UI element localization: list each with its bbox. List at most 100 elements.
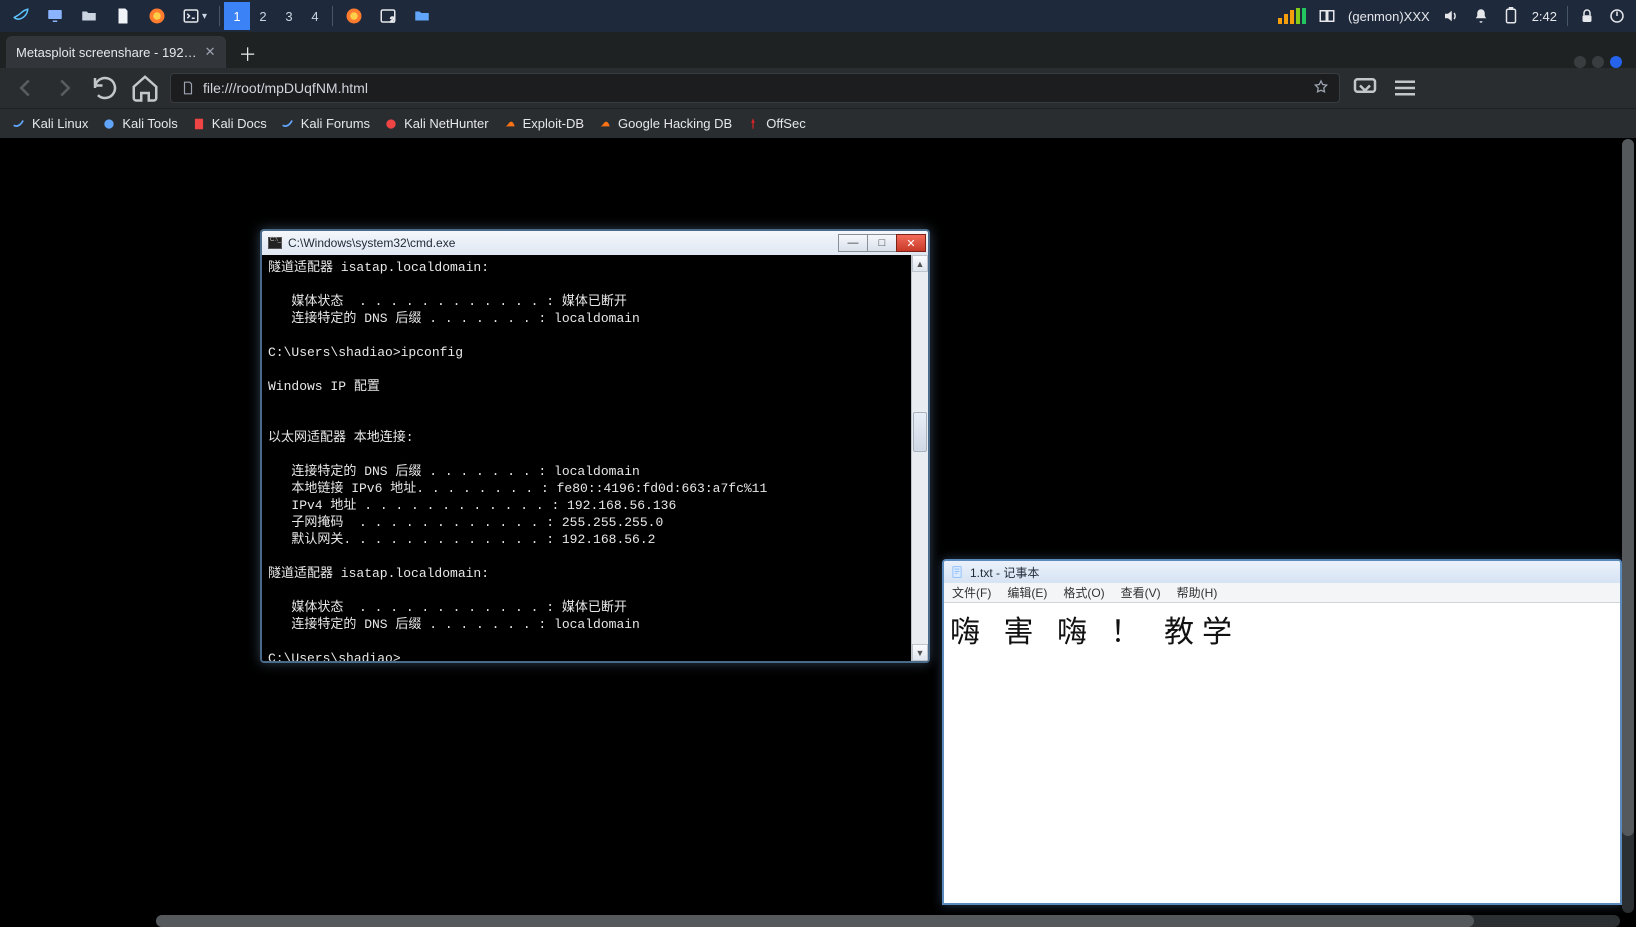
panes-icon xyxy=(1318,7,1336,25)
reload-button[interactable] xyxy=(90,73,120,103)
content-vertical-scrollbar[interactable] xyxy=(1622,139,1634,913)
running-app-shell[interactable]: 2 xyxy=(371,2,405,30)
notepad-titlebar[interactable]: 1.txt - 记事本 xyxy=(944,561,1620,583)
workspace-3[interactable]: 3 xyxy=(276,2,302,30)
cmd-icon xyxy=(268,237,282,249)
battery-button[interactable] xyxy=(1496,2,1526,30)
notepad-window: 1.txt - 记事本 文件(F) 编辑(E) 格式(O) 查看(V) 帮助(H… xyxy=(942,559,1622,905)
power-button[interactable] xyxy=(1602,2,1632,30)
workspace-2[interactable]: 2 xyxy=(250,2,276,30)
notepad-menu-help[interactable]: 帮助(H) xyxy=(1169,584,1226,601)
notepad-content[interactable]: 嗨 害 嗨 ！ 教学 xyxy=(944,603,1620,903)
running-app-folder[interactable] xyxy=(405,2,439,30)
folder-open-icon xyxy=(413,7,431,25)
text-editor-button[interactable] xyxy=(106,2,140,30)
power-icon xyxy=(1608,7,1626,25)
document-icon xyxy=(114,7,132,25)
cmd-window-title: C:\Windows\system32\cmd.exe xyxy=(288,236,455,250)
shell-indicator-icon: 2 xyxy=(379,7,397,25)
terminal-button[interactable]: ▾ xyxy=(174,2,215,30)
hscroll-thumb[interactable] xyxy=(156,915,1474,927)
system-taskbar: ▾ 1 2 3 4 2 (genmon)XXX xyxy=(0,0,1636,32)
nethunter-icon xyxy=(384,117,398,131)
notepad-menu-format[interactable]: 格式(O) xyxy=(1055,584,1112,601)
lock-icon xyxy=(1578,7,1596,25)
bell-icon xyxy=(1472,7,1490,25)
scroll-up-arrow-icon[interactable]: ▲ xyxy=(912,255,928,272)
clock[interactable]: 2:42 xyxy=(1526,2,1563,30)
new-tab-button[interactable]: ＋ xyxy=(234,40,262,68)
docs-icon xyxy=(192,117,206,131)
dragon-icon xyxy=(12,7,30,25)
bookmark-star-button[interactable] xyxy=(1313,79,1329,98)
pocket-button[interactable] xyxy=(1350,73,1380,103)
app-menu-button[interactable] xyxy=(1390,73,1420,103)
lock-button[interactable] xyxy=(1572,2,1602,30)
svg-text:2: 2 xyxy=(390,15,394,24)
cmd-output: 隧道适配器 isatap.localdomain: 媒体状态 . . . . .… xyxy=(262,255,911,661)
volume-button[interactable] xyxy=(1436,2,1466,30)
workspace-4[interactable]: 4 xyxy=(302,2,328,30)
notepad-menu-view[interactable]: 查看(V) xyxy=(1113,584,1169,601)
system-monitor-bars[interactable] xyxy=(1272,2,1312,30)
back-button[interactable] xyxy=(10,73,40,103)
display-settings-icon[interactable] xyxy=(38,2,72,30)
firefox-icon xyxy=(345,7,363,25)
cmd-scroll-thumb[interactable] xyxy=(913,412,927,452)
address-bar: file:///root/mpDUqfNM.html xyxy=(0,68,1636,108)
tab-title: Metasploit screenshare - 192… xyxy=(16,45,197,60)
window-max-dot[interactable] xyxy=(1592,56,1604,68)
notepad-menu-file[interactable]: 文件(F) xyxy=(944,584,999,601)
exploit-db-icon xyxy=(503,117,517,131)
window-close-dot[interactable] xyxy=(1610,56,1622,68)
browser-tab[interactable]: Metasploit screenshare - 192… ✕ xyxy=(6,36,226,68)
forward-button[interactable] xyxy=(50,73,80,103)
url-text: file:///root/mpDUqfNM.html xyxy=(203,80,368,96)
bookmark-kali-tools[interactable]: Kali Tools xyxy=(102,116,177,131)
ghdb-icon xyxy=(598,117,612,131)
firefox-icon xyxy=(148,7,166,25)
file-manager-button[interactable] xyxy=(72,2,106,30)
separator xyxy=(332,6,333,26)
notepad-window-title: 1.txt - 记事本 xyxy=(970,564,1039,581)
dragon-small-icon xyxy=(12,117,26,131)
tab-strip: Metasploit screenshare - 192… ✕ ＋ xyxy=(0,32,1636,68)
notepad-menu-edit[interactable]: 编辑(E) xyxy=(999,584,1055,601)
firefox-button[interactable] xyxy=(140,2,174,30)
file-protocol-icon xyxy=(181,81,195,95)
separator xyxy=(1567,6,1568,26)
cmd-minimize-button[interactable]: — xyxy=(838,234,868,252)
tab-close-button[interactable]: ✕ xyxy=(197,44,216,60)
offsec-icon xyxy=(746,117,760,131)
running-app-firefox[interactable] xyxy=(337,2,371,30)
chevron-down-icon: ▾ xyxy=(202,11,207,22)
bookmark-kali-forums[interactable]: Kali Forums xyxy=(281,116,370,131)
bookmark-kali-docs[interactable]: Kali Docs xyxy=(192,116,267,131)
bookmark-kali-linux[interactable]: Kali Linux xyxy=(12,116,88,131)
window-min-dot[interactable] xyxy=(1574,56,1586,68)
monitor-icon xyxy=(46,7,64,25)
kali-menu-button[interactable] xyxy=(4,2,38,30)
cmd-maximize-button[interactable]: □ xyxy=(867,234,897,252)
workspace-1[interactable]: 1 xyxy=(224,2,250,30)
genmon-label: (genmon)XXX xyxy=(1342,2,1436,30)
content-horizontal-scrollbar[interactable] xyxy=(156,915,1620,927)
notepad-icon xyxy=(950,565,964,579)
bookmark-bar: Kali Linux Kali Tools Kali Docs Kali For… xyxy=(0,108,1636,138)
vscroll-thumb[interactable] xyxy=(1622,139,1634,836)
bookmark-kali-nethunter[interactable]: Kali NetHunter xyxy=(384,116,489,131)
cmd-scrollbar[interactable]: ▲ ▼ xyxy=(911,255,928,661)
url-input[interactable]: file:///root/mpDUqfNM.html xyxy=(170,73,1340,103)
cmd-close-button[interactable]: ✕ xyxy=(896,234,926,252)
histogram-icon xyxy=(1278,8,1306,24)
home-button[interactable] xyxy=(130,73,160,103)
notepad-menubar: 文件(F) 编辑(E) 格式(O) 查看(V) 帮助(H) xyxy=(944,583,1620,603)
notifications-button[interactable] xyxy=(1466,2,1496,30)
cmd-titlebar[interactable]: C:\Windows\system32\cmd.exe — □ ✕ xyxy=(262,231,928,255)
workspace-overview-button[interactable] xyxy=(1312,2,1342,30)
scroll-down-arrow-icon[interactable]: ▼ xyxy=(912,644,928,661)
browser-chrome: Metasploit screenshare - 192… ✕ ＋ file:/… xyxy=(0,32,1636,139)
bookmark-offsec[interactable]: OffSec xyxy=(746,116,806,131)
bookmark-exploit-db[interactable]: Exploit-DB xyxy=(503,116,584,131)
bookmark-ghdb[interactable]: Google Hacking DB xyxy=(598,116,732,131)
